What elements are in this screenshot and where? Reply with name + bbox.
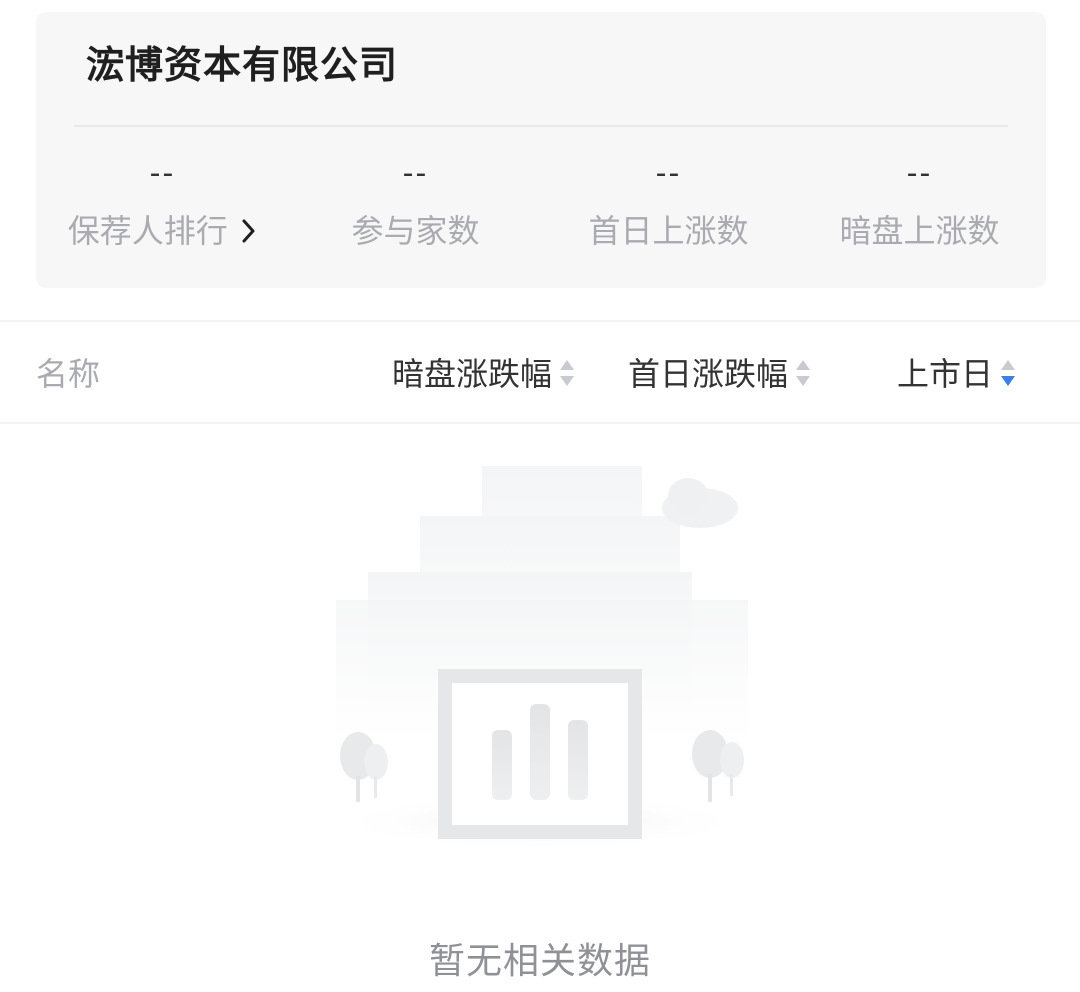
column-dark-pool-change[interactable]: 暗盘涨跌幅 — [392, 330, 575, 418]
sort-icon — [560, 360, 575, 386]
stats-row: -- 保荐人排行 -- 参与家数 -- 首日上涨数 -- 暗盘上涨数 — [36, 150, 1046, 260]
empty-chart-illustration — [320, 460, 760, 860]
stat-label: 保荐人排行 — [36, 206, 289, 252]
column-label: 首日涨跌幅 — [628, 355, 789, 393]
stat-label: 首日上涨数 — [588, 212, 749, 250]
card-divider — [74, 125, 1008, 127]
column-first-day-change[interactable]: 首日涨跌幅 — [628, 330, 811, 418]
column-listing-date[interactable]: 上市日 — [897, 330, 1016, 418]
stat-participants: -- 参与家数 — [289, 150, 542, 252]
column-name: 名称 — [36, 355, 101, 393]
chevron-right-icon — [232, 215, 258, 250]
stat-dark-pool-up: -- 暗盘上涨数 — [793, 150, 1046, 252]
section-divider — [0, 320, 1080, 322]
sort-desc-icon — [1001, 360, 1016, 386]
sort-icon — [796, 360, 811, 386]
header-divider — [0, 422, 1080, 424]
stat-value: -- — [402, 156, 429, 191]
empty-state-message: 暂无相关数据 — [428, 941, 651, 982]
stat-value: -- — [655, 156, 682, 191]
stat-sponsor-ranking[interactable]: -- 保荐人排行 — [36, 150, 289, 252]
stat-label-text: 保荐人排行 — [67, 212, 228, 250]
issuer-summary-card: 浤博资本有限公司 -- 保荐人排行 -- 参与家数 -- 首日上涨数 -- 暗盘… — [36, 12, 1046, 288]
table-header: 名称 暗盘涨跌幅 首日涨跌幅 上市日 — [0, 330, 1080, 418]
stat-value: -- — [906, 156, 933, 191]
stat-first-day-up: -- 首日上涨数 — [542, 150, 795, 252]
column-label: 暗盘涨跌幅 — [392, 355, 553, 393]
column-label: 上市日 — [897, 355, 994, 393]
company-name: 浤博资本有限公司 — [86, 43, 399, 87]
stat-value: -- — [149, 156, 176, 191]
stat-label: 暗盘上涨数 — [839, 212, 1000, 250]
stat-label: 参与家数 — [351, 212, 480, 250]
